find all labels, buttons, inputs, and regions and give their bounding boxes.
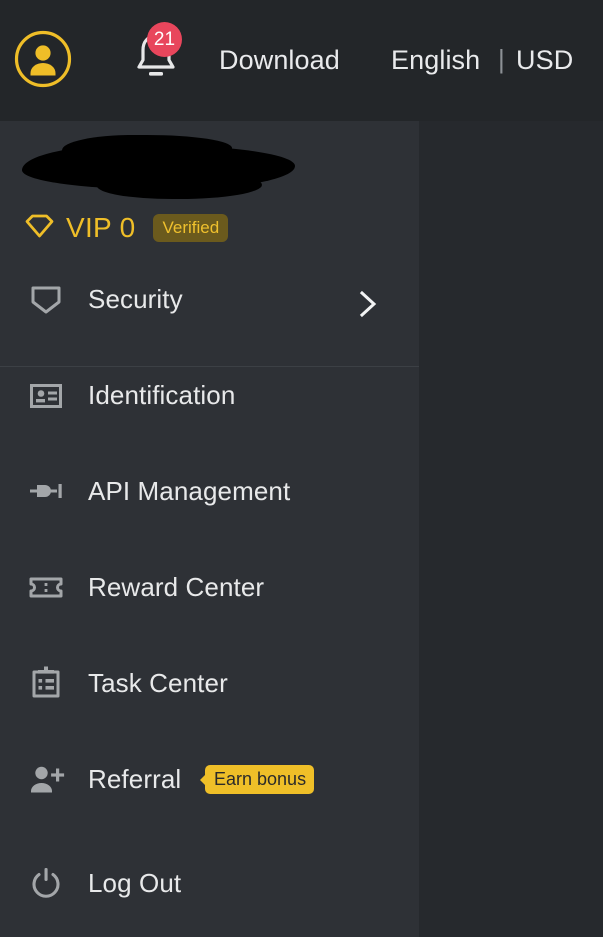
menu-item-reward-center[interactable]: Reward Center [0, 556, 419, 618]
person-add-icon [26, 759, 66, 799]
ticket-icon [26, 567, 66, 607]
plug-icon [26, 471, 66, 511]
id-card-icon [26, 375, 66, 415]
menu-item-label: Security [88, 283, 183, 314]
menu-item-label: Identification [88, 379, 236, 410]
username-redacted [22, 135, 295, 199]
earn-bonus-badge: Earn bonus [199, 764, 315, 794]
menu-item-label: Log Out [88, 867, 182, 898]
menu-item-task-center[interactable]: Task Center [0, 652, 419, 714]
download-link[interactable]: Download [219, 45, 340, 76]
menu-item-identification[interactable]: Identification [0, 364, 419, 426]
top-header-bar: 21 Download English | USD [0, 0, 603, 121]
shield-icon [26, 279, 66, 319]
referral-bonus-badge-wrap: Earn bonus [199, 764, 315, 794]
menu-item-security[interactable]: Security [0, 268, 419, 330]
menu-item-log-out[interactable]: Log Out [0, 852, 419, 914]
menu-item-api-management[interactable]: API Management [0, 460, 419, 522]
power-icon [26, 863, 66, 903]
menu-item-referral[interactable]: Referral Earn bonus [0, 748, 419, 810]
diamond-icon [24, 213, 55, 244]
menu-item-label: Referral [88, 763, 182, 794]
menu-item-label: Reward Center [88, 571, 265, 602]
language-selector[interactable]: English [391, 45, 480, 76]
clipboard-icon [26, 663, 66, 703]
notification-count-badge: 21 [147, 22, 182, 57]
vip-row: VIP 0 Verified [24, 211, 229, 245]
account-panel: VIP 0 Verified Security Identification A… [0, 121, 419, 937]
verified-badge: Verified [153, 214, 229, 242]
header-separator: | [498, 44, 505, 74]
vip-level-label: VIP 0 [66, 212, 136, 243]
user-circle-icon[interactable] [14, 30, 72, 88]
account-menu-screen: 21 Download English | USD VIP 0 Verified [0, 0, 603, 937]
profile-summary[interactable]: VIP 0 Verified [0, 121, 419, 245]
menu-item-label: Task Center [88, 667, 228, 698]
menu-item-label: API Management [88, 475, 291, 506]
currency-selector[interactable]: USD [516, 45, 573, 76]
